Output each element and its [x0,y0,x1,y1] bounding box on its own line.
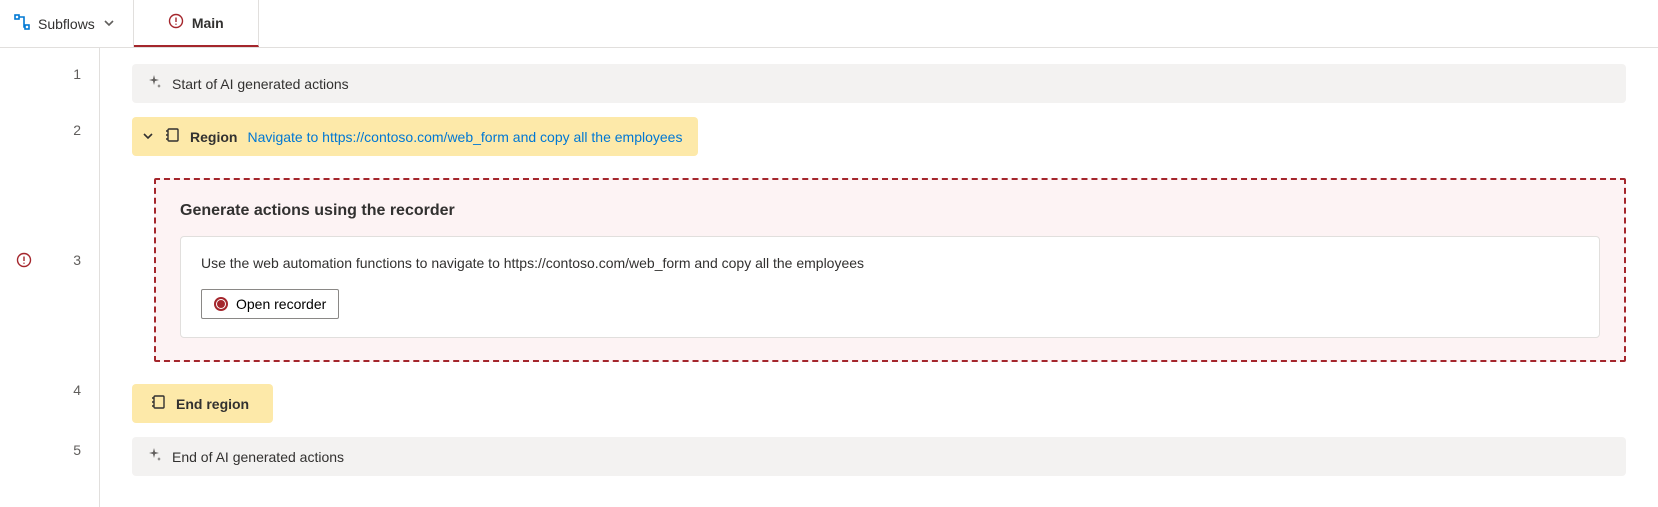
chevron-down-icon [103,16,115,32]
action-end-comment[interactable]: End of AI generated actions [132,437,1626,476]
subflows-label: Subflows [38,16,95,32]
subflows-dropdown[interactable]: Subflows [0,0,134,47]
end-region[interactable]: End region [132,384,273,423]
recorder-title: Generate actions using the recorder [180,202,1600,220]
open-recorder-button[interactable]: Open recorder [201,289,339,319]
sparkle-icon [146,74,162,93]
error-icon [16,252,32,271]
open-recorder-label: Open recorder [236,296,326,312]
workspace: 1 2 3 4 5 Start of AI generated actions [0,48,1658,507]
tab-main[interactable]: Main [134,0,259,47]
action-start-comment[interactable]: Start of AI generated actions [132,64,1626,103]
sparkle-icon [146,447,162,466]
error-icon [168,13,184,32]
line-number: 4 [73,382,81,398]
region-link[interactable]: Navigate to https://contoso.com/web_form… [247,129,682,145]
action-text: End of AI generated actions [172,449,344,465]
flow-rows: Start of AI generated actions Region Nav… [100,48,1658,507]
line-number: 2 [73,122,81,138]
subflows-icon [14,14,30,33]
region-icon [150,394,166,413]
line-number: 5 [73,442,81,458]
end-region-label: End region [176,396,249,412]
region-icon [164,127,180,146]
chevron-down-icon [142,129,154,145]
line-number: 1 [73,66,81,82]
recorder-card: Use the web automation functions to navi… [180,236,1600,338]
action-text: Start of AI generated actions [172,76,349,92]
recorder-placeholder: Generate actions using the recorder Use … [154,178,1626,362]
recorder-description: Use the web automation functions to navi… [201,255,1579,271]
record-icon [214,297,228,311]
line-number: 3 [73,252,81,268]
line-gutter: 1 2 3 4 5 [0,48,100,507]
tab-main-label: Main [192,15,224,31]
region-header[interactable]: Region Navigate to https://contoso.com/w… [132,117,698,156]
tab-bar: Subflows Main [0,0,1658,48]
region-label: Region [190,129,237,145]
